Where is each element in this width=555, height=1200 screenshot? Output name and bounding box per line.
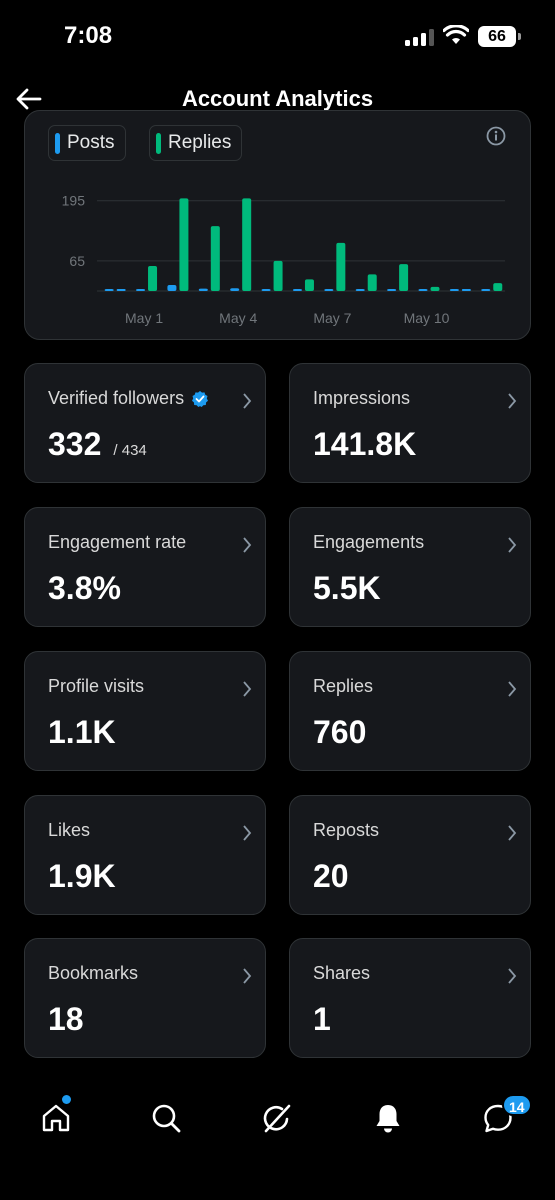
bar-replies xyxy=(179,198,189,291)
shares-label: Shares xyxy=(313,963,371,983)
nav-search[interactable] xyxy=(146,1098,186,1138)
profile-visits-value: 1.1K xyxy=(48,714,116,750)
bookmarks-value: 18 xyxy=(48,1001,84,1037)
bar-replies xyxy=(242,198,252,291)
likes-value: 1.9K xyxy=(48,858,116,894)
chevron-right-icon xyxy=(508,537,517,553)
bar-replies xyxy=(148,266,158,291)
home-notification-dot xyxy=(62,1095,71,1104)
engagement-rate-label: Engagement rate xyxy=(48,532,187,552)
wifi-icon xyxy=(443,25,469,44)
nav-grok[interactable] xyxy=(257,1098,297,1138)
bar-replies xyxy=(367,274,377,291)
nav-notifications[interactable] xyxy=(368,1098,408,1138)
bar-replies xyxy=(430,286,440,291)
bar-posts xyxy=(136,289,146,291)
bar-posts xyxy=(324,289,334,291)
tile-label: Verified followers xyxy=(48,388,209,409)
bar-posts xyxy=(449,289,459,291)
engagements-label: Engagements xyxy=(313,532,425,552)
status-bar: 7:08 66 xyxy=(0,0,555,72)
chevron-right-icon xyxy=(508,681,517,697)
bottom-navigation: 14 xyxy=(0,1080,555,1160)
bookmarks-label: Bookmarks xyxy=(48,963,139,983)
bar-posts xyxy=(230,288,240,291)
bar-posts xyxy=(387,289,397,291)
y-tick-label: 195 xyxy=(62,193,86,209)
page-title: Account Analytics xyxy=(181,86,374,111)
reposts-value: 20 xyxy=(313,858,349,894)
bar-posts xyxy=(292,289,302,291)
bar-replies xyxy=(116,289,126,291)
chevron-right-icon xyxy=(508,968,517,984)
status-time: 7:08 xyxy=(64,22,113,49)
chevron-right-icon xyxy=(243,825,252,841)
engagements-value: 5.5K xyxy=(313,570,381,606)
impressions-label: Impressions xyxy=(313,388,411,408)
total-followers-value: / 434 xyxy=(113,442,147,459)
notifications-icon xyxy=(376,1105,400,1133)
bar-replies xyxy=(304,279,314,291)
x-tick-label: May 4 xyxy=(219,310,257,326)
search-icon xyxy=(152,1104,181,1133)
tile-value: 332 / 434 xyxy=(48,426,147,463)
x-tick-label: May 1 xyxy=(125,310,163,326)
impressions-value: 141.8K xyxy=(313,426,417,462)
verified-badge-icon xyxy=(192,390,209,407)
tile-bookmarks[interactable]: Bookmarks 18 xyxy=(24,938,266,1058)
nav-home[interactable] xyxy=(36,1098,76,1138)
tile-engagement-rate[interactable]: Engagement rate 3.8% xyxy=(24,507,266,627)
verified-followers-label: Verified followers xyxy=(48,388,185,408)
tile-replies[interactable]: Replies 760 xyxy=(289,651,531,771)
bar-posts xyxy=(261,289,271,291)
tile-impressions[interactable]: Impressions 141.8K xyxy=(289,363,531,483)
bar-replies xyxy=(493,283,503,291)
tile-verified-followers[interactable]: Verified followers 332 / 434 xyxy=(24,363,266,483)
likes-label: Likes xyxy=(48,820,91,840)
chevron-right-icon xyxy=(243,968,252,984)
bar-replies xyxy=(461,289,471,291)
x-tick-label: May 7 xyxy=(313,310,351,326)
chevron-right-icon xyxy=(508,393,517,409)
chevron-right-icon xyxy=(243,393,252,409)
replies-label: Replies xyxy=(313,676,374,696)
bar-posts xyxy=(167,284,177,291)
battery-indicator: 66 xyxy=(478,26,521,47)
bar-posts xyxy=(198,288,208,291)
replies-value: 760 xyxy=(313,714,367,750)
cellular-signal-icon xyxy=(405,28,435,46)
bar-posts xyxy=(481,289,491,291)
activity-chart-card: Posts Replies 195 65 May 1 May 4 May 7 May 10 xyxy=(24,110,531,340)
bar-replies xyxy=(273,260,283,291)
verified-followers-value: 332 xyxy=(48,426,102,462)
x-tick-label: May 10 xyxy=(404,310,450,326)
activity-bar-chart: 195 65 May 1 May 4 May 7 May 10 xyxy=(62,193,505,326)
messages-unread-badge: 14 xyxy=(502,1094,532,1116)
tile-profile-visits[interactable]: Profile visits 1.1K xyxy=(24,651,266,771)
grok-icon xyxy=(263,1104,291,1133)
bar-posts xyxy=(355,289,365,291)
shares-value: 1 xyxy=(313,1001,331,1037)
tile-shares[interactable]: Shares 1 xyxy=(289,938,531,1058)
bar-posts xyxy=(104,289,114,291)
tile-engagements[interactable]: Engagements 5.5K xyxy=(289,507,531,627)
engagement-rate-value: 3.8% xyxy=(48,570,121,606)
chevron-right-icon xyxy=(243,681,252,697)
chevron-right-icon xyxy=(243,537,252,553)
tile-likes[interactable]: Likes 1.9K xyxy=(24,795,266,915)
reposts-label: Reposts xyxy=(313,820,380,840)
bar-posts xyxy=(418,289,428,291)
tile-reposts[interactable]: Reposts 20 xyxy=(289,795,531,915)
home-icon xyxy=(42,1104,70,1132)
y-tick-label: 65 xyxy=(69,253,85,269)
chevron-right-icon xyxy=(508,825,517,841)
bar-replies xyxy=(399,264,409,291)
bar-replies xyxy=(210,226,220,291)
bar-replies xyxy=(336,242,346,291)
profile-visits-label: Profile visits xyxy=(48,676,145,696)
